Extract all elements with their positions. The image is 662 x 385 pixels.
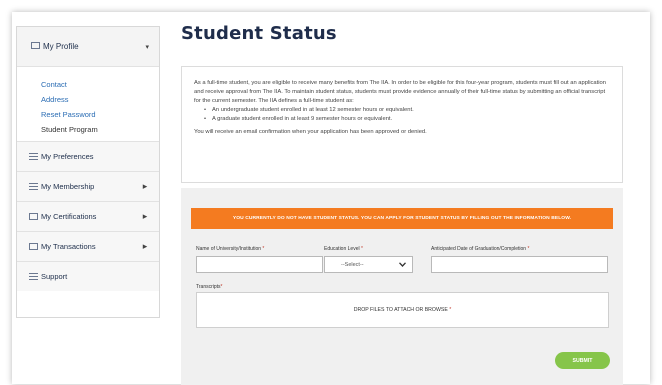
sidebar-item-label: My Certifications xyxy=(41,212,97,221)
support-icon xyxy=(29,273,38,280)
chevron-right-icon[interactable]: ▸ xyxy=(141,211,149,222)
info-paragraph: As a full-time student, you are eligible… xyxy=(194,80,606,104)
transcripts-drop-zone[interactable]: DROP FILES TO ATTACH OR BROWSE * xyxy=(196,292,609,328)
page-title: Student Status xyxy=(181,23,337,44)
submit-button[interactable]: SUBMIT xyxy=(555,352,610,369)
drop-zone-text: DROP FILES TO ATTACH OR BROWSE * xyxy=(353,307,452,313)
graduation-date-label: Anticipated Date of Graduation/Completio… xyxy=(431,246,530,252)
sidebar-subitem-student-program[interactable]: Student Program xyxy=(41,122,159,137)
info-bullet-list: An undergraduate student enrolled in at … xyxy=(204,106,612,124)
sidebar-item-my-certifications[interactable]: My Certifications ▸ xyxy=(17,201,159,231)
university-input[interactable] xyxy=(196,256,323,273)
preferences-icon xyxy=(29,153,38,160)
sidebar-item-support[interactable]: Support xyxy=(17,261,159,291)
transactions-icon xyxy=(29,243,38,250)
list-item: A graduate student enrolled in at least … xyxy=(204,115,612,124)
list-item: An undergraduate student enrolled in at … xyxy=(204,106,612,115)
chevron-down-icon xyxy=(399,262,406,267)
sidebar-item-label: My Preferences xyxy=(41,152,94,161)
sidebar-item-label: Support xyxy=(41,272,68,281)
student-info-box: As a full-time student, you are eligible… xyxy=(181,66,623,183)
sidebar-item-label: My Transactions xyxy=(41,242,96,251)
education-level-label: Education Level * xyxy=(324,246,363,252)
sidebar-item-my-membership[interactable]: My Membership ▸ xyxy=(17,171,159,201)
university-label: Name of University/Institution * xyxy=(196,246,265,252)
sidebar-subitem-address[interactable]: Address xyxy=(41,92,159,107)
sidebar-item-my-transactions[interactable]: My Transactions ▸ xyxy=(17,231,159,261)
status-banner-text: YOU CURRENTLY DO NOT HAVE STUDENT STATUS… xyxy=(232,216,572,221)
chevron-right-icon[interactable]: ▸ xyxy=(141,181,149,192)
sidebar-subitem-reset-password[interactable]: Reset Password xyxy=(41,107,159,122)
membership-icon xyxy=(29,183,38,190)
sidebar-item-my-profile[interactable]: My Profile ▾ xyxy=(17,27,159,67)
profile-icon xyxy=(31,42,40,49)
education-level-select[interactable]: --Select-- xyxy=(324,256,413,273)
status-banner: YOU CURRENTLY DO NOT HAVE STUDENT STATUS… xyxy=(191,208,613,229)
education-level-value: --Select-- xyxy=(341,261,364,268)
chevron-right-icon[interactable]: ▸ xyxy=(141,241,149,252)
account-sidebar: My Profile ▾ Contact Address Reset Passw… xyxy=(16,26,160,318)
info-confirmation-note: You will receive an email confirmation w… xyxy=(194,129,427,135)
profile-submenu: Contact Address Reset Password Student P… xyxy=(17,67,159,141)
sidebar-item-label: My Profile xyxy=(43,42,79,51)
student-status-form: YOU CURRENTLY DO NOT HAVE STUDENT STATUS… xyxy=(181,188,623,385)
sidebar-subitem-contact[interactable]: Contact xyxy=(41,77,159,92)
sidebar-item-my-preferences[interactable]: My Preferences xyxy=(17,141,159,171)
sidebar-item-label: My Membership xyxy=(41,182,95,191)
transcripts-label: Transcripts* xyxy=(196,284,223,290)
chevron-down-icon[interactable]: ▾ xyxy=(145,43,149,51)
certification-icon xyxy=(29,213,38,220)
graduation-date-input[interactable] xyxy=(431,256,608,273)
